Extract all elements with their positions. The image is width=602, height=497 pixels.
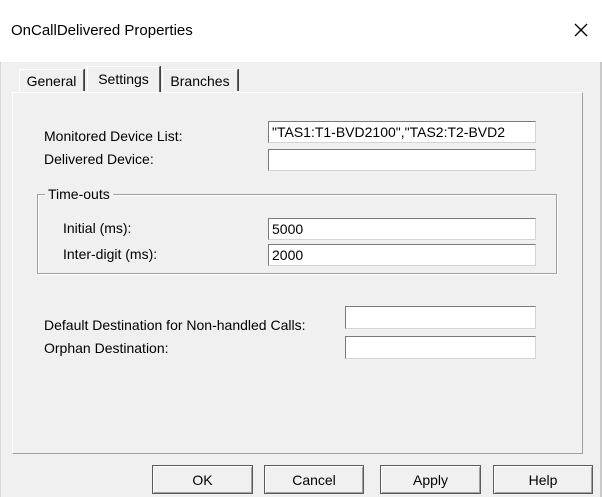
ok-button[interactable]: OK (152, 465, 253, 494)
close-button[interactable] (566, 14, 596, 46)
tab-settings-label: Settings (98, 71, 149, 87)
default-destination-input[interactable] (345, 306, 536, 329)
tab-general[interactable]: General (19, 69, 84, 91)
orphan-destination-label: Orphan Destination: (44, 340, 169, 356)
tab-settings[interactable]: Settings (87, 66, 160, 92)
tab-branches[interactable]: Branches (162, 69, 238, 91)
inter-digit-timeout-label: Inter-digit (ms): (63, 246, 158, 262)
initial-timeout-input[interactable]: 5000 (268, 218, 536, 240)
default-destination-label: Default Destination for Non-handled Call… (44, 317, 306, 333)
timeouts-group-label: Time-outs (45, 186, 113, 202)
monitored-device-list-input[interactable]: "TAS1:T1-BVD2100","TAS2:T2-BVD2 (268, 121, 536, 143)
tab-general-label: General (26, 73, 77, 89)
help-button[interactable]: Help (493, 465, 593, 494)
delivered-device-label: Delivered Device: (44, 151, 154, 167)
cancel-button[interactable]: Cancel (264, 465, 364, 494)
delivered-device-input[interactable] (268, 149, 536, 171)
window-title: OnCallDelivered Properties (11, 22, 193, 39)
orphan-destination-input[interactable] (345, 336, 536, 359)
apply-button[interactable]: Apply (380, 465, 481, 494)
initial-timeout-label: Initial (ms): (63, 220, 132, 236)
title-bar: OnCallDelivered Properties (0, 0, 602, 62)
inter-digit-timeout-input[interactable]: 2000 (268, 244, 536, 266)
monitored-device-list-label: Monitored Device List: (44, 128, 183, 144)
tab-branches-label: Branches (170, 73, 230, 89)
close-icon (574, 23, 588, 37)
left-border (0, 62, 1, 497)
